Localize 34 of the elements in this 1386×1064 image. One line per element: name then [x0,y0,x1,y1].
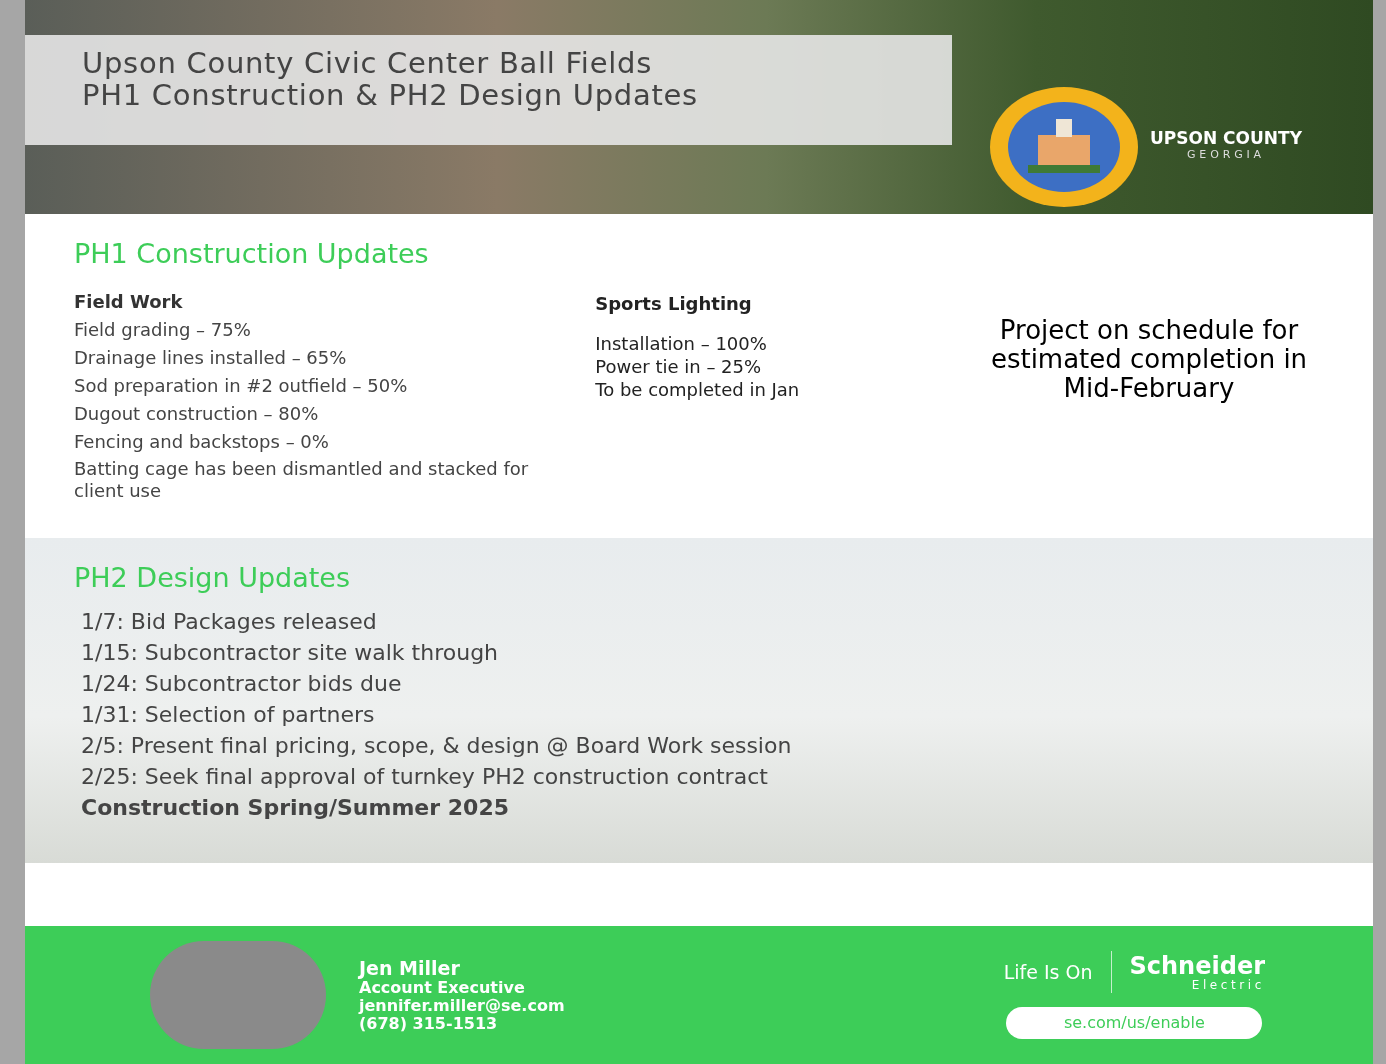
progress-item: Field grading – 75% [74,318,252,342]
contact-email: jennifer.miller@se.com [359,997,565,1015]
contact-role: Account Executive [359,979,526,997]
schedule-note: Project on schedule for estimated completion in Mid-February [989,316,1309,405]
contact-phone: (678) 315-1513 [359,1015,499,1033]
progress-item: Dugout construction – 80% [74,402,320,426]
brand-subtitle: Electric [1191,978,1265,992]
milestone-item: 2/25: Seek final approval of turnkey PH2 construction contract [81,763,769,791]
progress-item: Batting cage has been dismantled and stacked for client use [74,458,530,502]
state-wordmark: GEORGIA [1186,148,1265,162]
milestone-item: 1/31: Selection of partners [81,701,376,729]
construction-note: Construction Spring/Summer 2025 [81,794,511,822]
document-title: PH1 Construction & PH2 Design Updates [82,79,699,111]
section-heading: PH1 Construction Updates [74,238,430,270]
progress-item: Sod preparation in #2 outfield – 50% [74,374,409,398]
county-seal-icon [988,85,1140,209]
progress-item: Fencing and backstops – 0% [74,430,330,454]
milestone-item: 1/7: Bid Packages released [81,608,378,636]
progress-item: Installation – 100% [595,332,768,355]
website-link[interactable]: se.com/us/enable [1006,1007,1263,1039]
progress-item: To be completed in Jan [595,378,801,401]
progress-item: Drainage lines installed – 65% [74,346,348,370]
brand-wordmark: Schneider [1129,952,1265,979]
progress-item: Power tie in – 25% [595,355,763,378]
milestone-item: 1/24: Subcontractor bids due [81,670,403,698]
column-title: Field Work [74,290,184,314]
section-heading: PH2 Design Updates [74,562,351,594]
document-title: Upson County Civic Center Ball Fields [82,47,653,79]
milestone-item: 2/5: Present final pricing, scope, & design @ Board Work session [81,732,793,760]
tagline: Life Is On [1003,959,1093,985]
column-title: Sports Lighting [595,292,753,316]
county-wordmark: UPSON COUNTY [1150,128,1302,148]
milestone-item: 1/15: Subcontractor site walk through [81,639,500,667]
contact-name: Jen Miller [359,957,461,979]
